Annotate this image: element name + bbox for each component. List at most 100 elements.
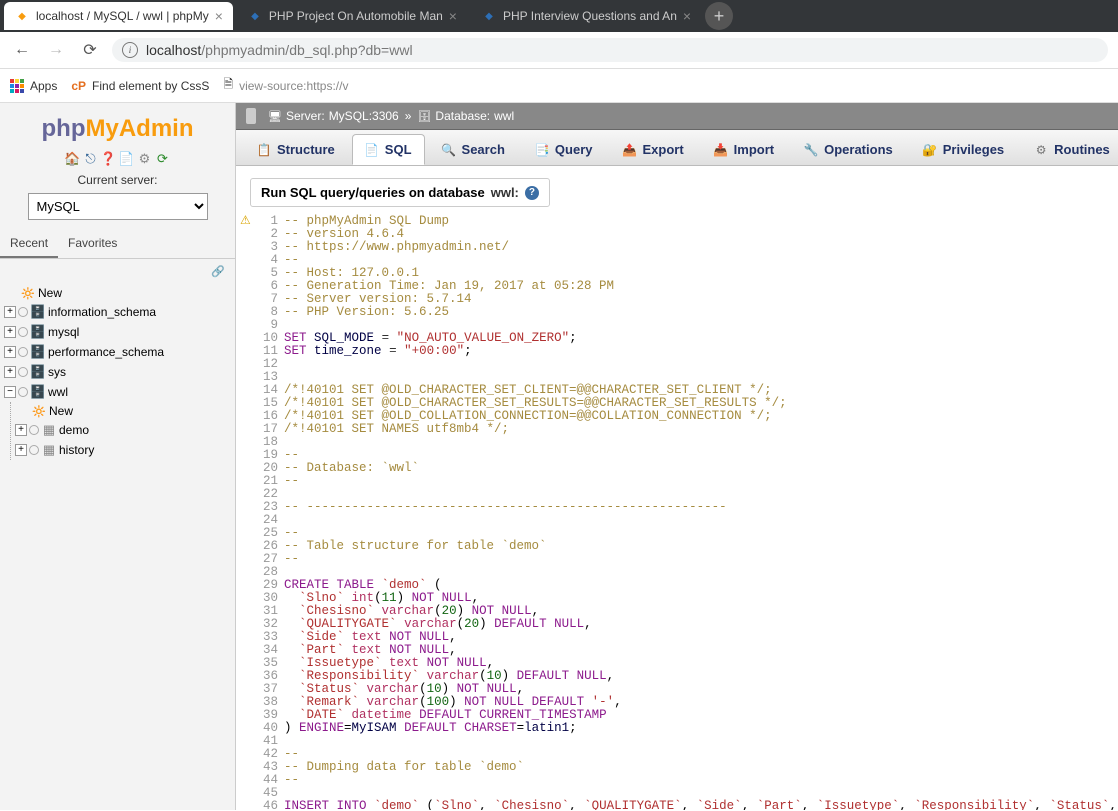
database-icon xyxy=(30,304,46,320)
browser-tab[interactable]: ◆ localhost / MySQL / wwl | phpMy × xyxy=(4,2,233,30)
phpmyadmin-logo[interactable]: phpMyAdmin xyxy=(42,115,194,143)
tab-label: Export xyxy=(642,142,683,157)
privileges-icon: 🔐 xyxy=(923,143,937,157)
main-panel: 🖥 Server: MySQL:3306 » 🗄 Database: wwl 📋… xyxy=(236,103,1118,810)
export-icon: 📤 xyxy=(622,143,636,157)
logout-icon[interactable]: ⎋ xyxy=(83,151,99,167)
page-icon: 🗎 xyxy=(223,75,233,96)
tab-label: SQL xyxy=(385,142,412,157)
tab-export[interactable]: 📤 Export xyxy=(609,134,696,165)
docs-icon[interactable]: ❓ xyxy=(101,151,117,167)
site-info-icon[interactable]: i xyxy=(122,42,138,58)
bc-db-prefix: Database: xyxy=(435,109,490,123)
expand-dot-icon[interactable] xyxy=(18,327,28,337)
bc-server-link[interactable]: MySQL:3306 xyxy=(329,109,399,123)
bookmark-view-source[interactable]: 🗎 view-source:https://v xyxy=(223,75,348,96)
url-text: localhost/phpmyadmin/db_sql.php?db=wwl xyxy=(146,42,413,58)
tab-label: Search xyxy=(462,142,505,157)
close-icon[interactable]: × xyxy=(215,8,223,24)
tab-query[interactable]: 📑Query xyxy=(522,134,606,165)
sql-doc-icon[interactable]: 📄 xyxy=(119,151,135,167)
nav-subtabs: Recent Favorites xyxy=(0,230,235,259)
editor-code[interactable]: -- phpMyAdmin SQL Dump-- version 4.6.4--… xyxy=(284,211,1118,810)
expand-icon[interactable]: + xyxy=(4,306,16,318)
browser-chrome: ◆localhost / MySQL / wwl | phpMy×◆PHP Pr… xyxy=(0,0,1118,103)
tab-import[interactable]: 📥Import xyxy=(701,134,787,165)
tree-db-wwl[interactable]: −wwl xyxy=(4,382,231,402)
warning-icon[interactable]: ⚠ xyxy=(240,215,251,228)
tree-db-information_schema[interactable]: +information_schema xyxy=(4,302,231,322)
expand-dot-icon[interactable] xyxy=(18,307,28,317)
tree-table-history[interactable]: +history xyxy=(15,440,231,460)
url-field[interactable]: i localhost/phpmyadmin/db_sql.php?db=wwl xyxy=(112,38,1108,62)
tab-favorites[interactable]: Favorites xyxy=(58,230,127,258)
expand-dot-icon[interactable] xyxy=(29,425,39,435)
link-icon[interactable]: 🔗 xyxy=(211,265,225,278)
expand-dot-icon[interactable] xyxy=(18,367,28,377)
import-icon: 📥 xyxy=(714,143,728,157)
database-icon xyxy=(30,324,46,340)
sql-icon: 📄 xyxy=(365,143,379,157)
db-icon: 🗄 xyxy=(417,109,431,123)
expand-dot-icon[interactable] xyxy=(29,445,39,455)
collapse-nav-icon[interactable] xyxy=(246,108,256,124)
sidebar: phpMyAdmin 🏠 ⎋ ❓ 📄 ⚙ ⟳ Current server: M… xyxy=(0,103,236,810)
tab-title: localhost / MySQL / wwl | phpMy xyxy=(36,9,209,23)
address-bar: ← → ⟳ i localhost/phpmyadmin/db_sql.php?… xyxy=(0,32,1118,69)
expand-dot-icon[interactable] xyxy=(18,347,28,357)
routines-icon: ⚙ xyxy=(1034,143,1048,157)
server-select[interactable]: MySQL xyxy=(28,193,208,220)
server-icon: 🖥 xyxy=(268,109,282,123)
expand-icon[interactable]: + xyxy=(15,444,27,456)
expand-icon[interactable]: + xyxy=(4,346,16,358)
help-icon[interactable]: ? xyxy=(525,186,539,200)
sql-editor[interactable]: ⚠ 12345678910111213141516171819202122232… xyxy=(236,211,1118,810)
page-body: phpMyAdmin 🏠 ⎋ ❓ 📄 ⚙ ⟳ Current server: M… xyxy=(0,103,1118,810)
browser-tab[interactable]: ◆PHP Interview Questions and An× xyxy=(471,2,701,30)
tab-operations[interactable]: 🔧 Operations xyxy=(791,134,906,165)
tab-structure[interactable]: 📋Structure xyxy=(244,134,348,165)
browser-tab[interactable]: ◆PHP Project On Automobile Man× xyxy=(237,2,467,30)
bc-db-link[interactable]: wwl xyxy=(494,109,514,123)
expand-icon[interactable]: + xyxy=(4,326,16,338)
tab-routines[interactable]: ⚙Routines xyxy=(1021,134,1118,165)
apps-icon xyxy=(10,79,24,93)
tab-favicon: ◆ xyxy=(247,8,263,24)
tab-label: Operations xyxy=(824,142,893,157)
reload-button[interactable]: ⟳ xyxy=(78,38,102,62)
tab-search[interactable]: 🔍 Search xyxy=(429,134,518,165)
expand-dot-icon[interactable] xyxy=(18,387,28,397)
database-icon xyxy=(30,364,46,380)
collapse-icon[interactable]: − xyxy=(4,386,16,398)
database-icon xyxy=(30,344,46,360)
breadcrumb: 🖥 Server: MySQL:3306 » 🗄 Database: wwl xyxy=(236,103,1118,130)
close-icon[interactable]: × xyxy=(683,8,691,24)
cpanel-icon: cP xyxy=(71,79,86,93)
back-button[interactable]: ← xyxy=(10,38,34,62)
tree-new-db[interactable]: New xyxy=(4,284,231,302)
apps-shortcut[interactable]: Apps xyxy=(10,79,57,93)
home-icon[interactable]: 🏠 xyxy=(65,151,81,167)
tab-recent[interactable]: Recent xyxy=(0,230,58,258)
expand-icon[interactable]: + xyxy=(15,424,27,436)
forward-button[interactable]: → xyxy=(44,38,68,62)
new-db-icon xyxy=(20,287,36,300)
tab-favicon: ◆ xyxy=(14,8,30,24)
close-icon[interactable]: × xyxy=(449,8,457,24)
settings-icon[interactable]: ⚙ xyxy=(137,151,153,167)
tree-table-demo[interactable]: +demo xyxy=(15,420,231,440)
query-title: Run SQL query/queries on database wwl: ? xyxy=(250,178,550,207)
operations-icon: 🔧 xyxy=(804,143,818,157)
tree-new-table[interactable]: New xyxy=(15,402,231,420)
reload-nav-icon[interactable]: ⟳ xyxy=(155,151,171,167)
search-icon: 🔍 xyxy=(442,143,456,157)
expand-icon[interactable]: + xyxy=(4,366,16,378)
db-tree: New+information_schema+mysql+performance… xyxy=(0,284,235,460)
new-tab-button[interactable]: + xyxy=(705,2,733,30)
tree-db-performance_schema[interactable]: +performance_schema xyxy=(4,342,231,362)
bookmark-find-element[interactable]: cP Find element by CssS xyxy=(71,79,209,93)
tab-privileges[interactable]: 🔐Privileges xyxy=(910,134,1017,165)
tree-db-sys[interactable]: +sys xyxy=(4,362,231,382)
tree-db-mysql[interactable]: +mysql xyxy=(4,322,231,342)
tab-sql[interactable]: 📄 SQL xyxy=(352,134,425,165)
